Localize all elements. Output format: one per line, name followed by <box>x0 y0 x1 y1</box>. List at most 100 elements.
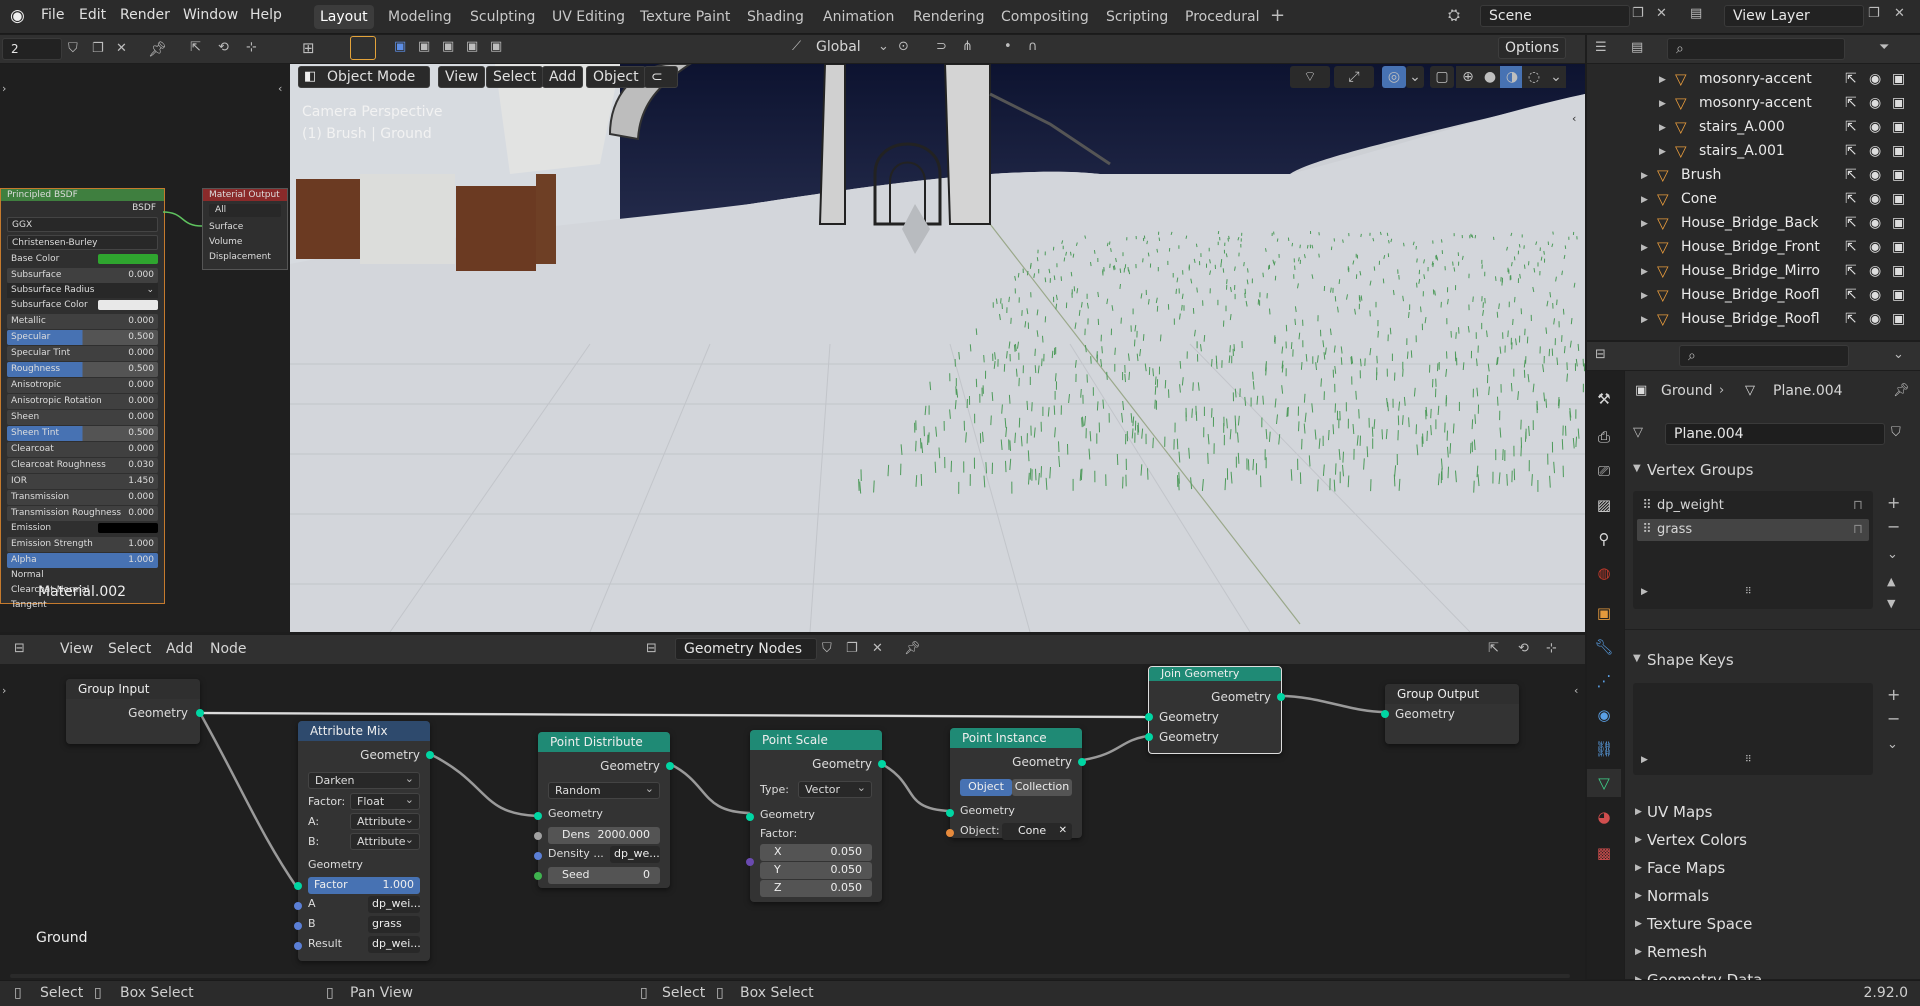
socket[interactable] <box>746 813 754 821</box>
eye-icon[interactable]: ◉ <box>1869 143 1881 159</box>
camera-icon[interactable]: ▣ <box>1892 71 1905 87</box>
selectable-icon[interactable]: ⇱ <box>1845 311 1857 327</box>
scene-tab-icon[interactable]: ⚲ <box>1587 525 1621 553</box>
a-field[interactable]: dp_wei... <box>368 896 421 913</box>
eye-icon[interactable]: ◉ <box>1869 239 1881 255</box>
add-workspace-icon[interactable]: + <box>1270 5 1285 26</box>
socket[interactable] <box>1145 733 1153 741</box>
transform-orientation-select[interactable]: Global <box>816 39 861 55</box>
outliner-object-name[interactable]: stairs_A.000 <box>1699 119 1785 135</box>
result-field[interactable]: dp_wei... <box>368 936 421 953</box>
view-layer-tab-icon[interactable]: ▨ <box>1587 491 1621 519</box>
density-max-field[interactable]: Dens 2000.000 <box>548 827 660 844</box>
socket[interactable] <box>878 760 886 768</box>
outliner-row[interactable]: ▶ ▽ Brush ⇱ ◉ ▣ <box>1587 164 1920 188</box>
scale-x-field[interactable]: X 0.050 <box>760 844 872 861</box>
tab-procedural[interactable]: Procedural <box>1179 5 1266 29</box>
expand-icon[interactable]: ▶ <box>1641 219 1648 229</box>
node-view-menu[interactable]: View <box>60 641 93 657</box>
socket[interactable] <box>1277 693 1285 701</box>
selectable-icon[interactable]: ⇱ <box>1845 167 1857 183</box>
viewport-sidebar-toggle-icon[interactable]: ‹ <box>1572 112 1576 125</box>
transform-orientation-icon[interactable]: ⟋ <box>792 39 801 54</box>
mesh-browse-icon[interactable]: ▽ <box>1633 425 1643 440</box>
selectable-icon[interactable]: ⇱ <box>1845 191 1857 207</box>
pivot-point-icon[interactable]: ⊙ <box>898 39 909 54</box>
outliner-object-name[interactable]: Cone <box>1681 191 1717 207</box>
node-tree-name-field[interactable]: Geometry Nodes <box>675 638 817 660</box>
breadcrumb-object[interactable]: Ground <box>1661 383 1713 399</box>
parent-node-icon[interactable]: ⇱ <box>190 40 201 55</box>
properties-section[interactable]: ▶ Face Maps <box>1625 855 1920 881</box>
b-type-select[interactable]: Attribute <box>350 832 420 850</box>
outliner-object-name[interactable]: House_Bridge_Back <box>1681 215 1819 231</box>
outliner-row[interactable]: ▶ ▽ mosonry-accent ⇱ ◉ ▣ <box>1587 92 1920 116</box>
node-node-menu[interactable]: Node <box>210 641 247 657</box>
view-layer-icon[interactable]: ▤ <box>1690 6 1702 21</box>
group-output-node[interactable]: Group Output Geometry <box>1381 684 1519 744</box>
outliner-row[interactable]: ▶ ▽ House_Bridge_Roofl ⇱ ◉ ▣ <box>1587 284 1920 308</box>
outliner-row[interactable]: ▶ ▽ stairs_A.000 ⇱ ◉ ▣ <box>1587 116 1920 140</box>
constraints-tab-icon[interactable]: ⛓︎ <box>1587 735 1621 763</box>
socket[interactable] <box>946 809 954 817</box>
unlink-tree-icon[interactable]: ✕ <box>872 641 883 656</box>
add-vertex-group-icon[interactable]: + <box>1887 493 1900 512</box>
wireframe-shading-icon[interactable]: ⊕ <box>1456 66 1480 88</box>
modifiers-tab-icon[interactable]: 🔧︎ <box>1587 633 1621 661</box>
vertex-group-item-selected[interactable]: ⠿ grass ⊓ <box>1637 519 1869 541</box>
node-tree-browse-icon[interactable]: ⊟ <box>646 641 657 656</box>
expand-icon[interactable]: ▶ <box>1659 75 1666 85</box>
socket[interactable] <box>1078 758 1086 766</box>
camera-icon[interactable]: ▣ <box>1892 167 1905 183</box>
blend-type-select[interactable]: Darken <box>308 771 420 789</box>
socket[interactable] <box>1381 710 1389 718</box>
link-icon[interactable]: ⊂ <box>644 66 678 88</box>
scale-type-select[interactable]: Vector <box>798 780 872 798</box>
lock-icon[interactable]: ⊓ <box>1853 495 1863 517</box>
vertex-groups-title[interactable]: Vertex Groups <box>1647 461 1753 479</box>
socket[interactable] <box>534 832 542 840</box>
outliner-row[interactable]: ▶ ▽ Cone ⇱ ◉ ▣ <box>1587 188 1920 212</box>
tab-sculpting[interactable]: Sculpting <box>464 5 541 29</box>
point-scale-node[interactable]: Point Scale Geometry Type: Vector Geomet… <box>746 730 886 902</box>
chevron-down-icon[interactable]: ⌄ <box>878 39 889 54</box>
snap-toggle-icon[interactable]: ⊃ <box>936 39 947 54</box>
select-mode-subtract-icon[interactable]: ▣ <box>442 39 454 54</box>
group-input-node[interactable]: Group Input Geometry <box>66 679 204 744</box>
mesh-data-tab-icon[interactable]: ▽ <box>1587 769 1621 797</box>
tab-texture-paint[interactable]: Texture Paint <box>634 5 736 29</box>
node-select-menu[interactable]: Select <box>108 641 151 657</box>
parent-tree-icon[interactable]: ⇱ <box>1488 641 1499 656</box>
overlays-dropdown-icon[interactable]: ⌄ <box>1406 66 1424 88</box>
socket[interactable] <box>746 858 754 866</box>
camera-icon[interactable]: ▣ <box>1892 287 1905 303</box>
select-tool-icon[interactable] <box>350 36 376 60</box>
properties-search-input[interactable]: ⌕ <box>1679 345 1849 367</box>
geometry-node-editor[interactable]: › ‹ Group Input Geometry Attribute Mix G… <box>0 664 1585 980</box>
seed-field[interactable]: Seed 0 <box>548 867 660 884</box>
snap-settings-icon[interactable]: ⊹ <box>246 40 257 55</box>
pin-icon[interactable]: 📌︎ <box>148 40 167 58</box>
editor-type-icon[interactable]: ⊞ <box>302 39 315 57</box>
select-mode-difference-icon[interactable]: ▣ <box>466 39 478 54</box>
tab-shading[interactable]: Shading <box>741 5 810 29</box>
lock-icon[interactable]: ⊓ <box>1853 519 1863 541</box>
outliner-object-name[interactable]: House_Bridge_Front <box>1681 239 1820 255</box>
vertex-groups-collapse-icon[interactable]: ▼ <box>1633 463 1641 474</box>
socket[interactable] <box>534 852 542 860</box>
new-view-layer-icon[interactable]: ❐ <box>1868 6 1880 21</box>
tool-tab-icon[interactable]: ⚒ <box>1587 385 1621 413</box>
filter-icon[interactable]: ⏷ <box>1879 40 1889 55</box>
socket[interactable] <box>666 762 674 770</box>
properties-section[interactable]: ▶ Vertex Colors <box>1625 827 1920 853</box>
outliner-object-name[interactable]: House_Bridge_Roofl <box>1681 287 1820 303</box>
a-type-select[interactable]: Attribute <box>350 812 420 830</box>
expand-icon[interactable]: ▶ <box>1641 267 1648 277</box>
socket[interactable] <box>196 709 204 717</box>
snap-icon[interactable]: ⟲ <box>218 40 229 55</box>
factor-field[interactable]: Factor 1.000 <box>308 877 420 894</box>
camera-icon[interactable]: ▣ <box>1892 95 1905 111</box>
camera-icon[interactable]: ▣ <box>1892 311 1905 327</box>
add-shape-key-icon[interactable]: + <box>1887 685 1900 704</box>
socket[interactable] <box>1145 713 1153 721</box>
